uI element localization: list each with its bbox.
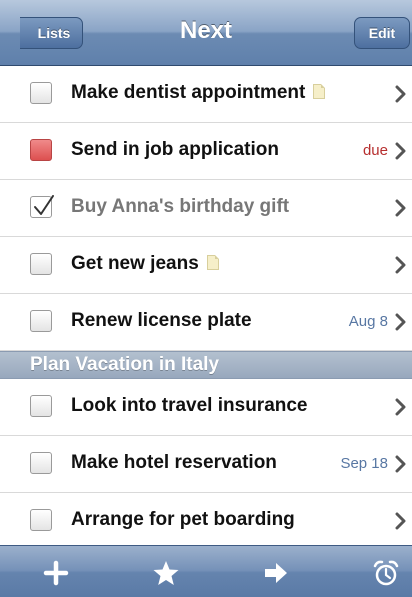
task-label: Look into travel insurance bbox=[71, 395, 308, 416]
arrow-right-icon[interactable] bbox=[262, 559, 290, 587]
star-icon[interactable] bbox=[152, 559, 180, 587]
task-label: Arrange for pet boarding bbox=[71, 509, 295, 530]
chevron-right-icon bbox=[395, 142, 406, 160]
navigation-bar: Lists Next Edit bbox=[0, 0, 412, 66]
task-due-badge: due bbox=[362, 142, 388, 159]
task-label: Send in job application bbox=[71, 139, 279, 160]
task-row[interactable]: Look into travel insurance bbox=[0, 379, 412, 436]
task-row[interactable]: Get new jeans bbox=[0, 237, 412, 294]
task-list: Make dentist appointment Send in job app… bbox=[0, 66, 412, 550]
task-checkbox-overdue[interactable] bbox=[30, 139, 52, 161]
checkmark-icon bbox=[34, 195, 54, 215]
bottom-toolbar bbox=[0, 545, 412, 597]
task-row[interactable]: Buy Anna's birthday gift bbox=[0, 180, 412, 237]
task-row[interactable]: Make dentist appointment bbox=[0, 66, 412, 123]
task-due-date: Sep 18 bbox=[340, 455, 388, 472]
chevron-right-icon bbox=[395, 199, 406, 217]
plus-icon[interactable] bbox=[42, 559, 70, 587]
note-icon bbox=[206, 255, 219, 270]
task-checkbox[interactable] bbox=[30, 452, 52, 474]
task-row[interactable]: Make hotel reservation Sep 18 bbox=[0, 436, 412, 493]
task-label: Buy Anna's birthday gift bbox=[71, 196, 290, 217]
task-checkbox[interactable] bbox=[30, 310, 52, 332]
page-title: Next bbox=[179, 17, 233, 44]
section-header: Plan Vacation in Italy bbox=[0, 351, 412, 379]
alarm-clock-icon[interactable] bbox=[372, 559, 400, 587]
note-icon bbox=[313, 84, 326, 99]
chevron-right-icon bbox=[395, 398, 406, 416]
task-checkbox[interactable] bbox=[30, 395, 52, 417]
task-row[interactable]: Renew license plate Aug 8 bbox=[0, 294, 412, 351]
task-label: Make dentist appointment bbox=[71, 82, 326, 104]
task-due-date: Aug 8 bbox=[348, 313, 388, 330]
task-label: Get new jeans bbox=[71, 253, 219, 275]
task-label: Renew license plate bbox=[71, 310, 252, 331]
task-checkbox[interactable] bbox=[30, 253, 52, 275]
chevron-right-icon bbox=[395, 313, 406, 331]
chevron-right-icon bbox=[395, 85, 406, 103]
task-label: Make hotel reservation bbox=[71, 452, 277, 473]
task-checkbox-checked[interactable] bbox=[30, 195, 54, 218]
task-checkbox[interactable] bbox=[30, 82, 52, 104]
chevron-right-icon bbox=[395, 256, 406, 274]
task-row[interactable]: Arrange for pet boarding bbox=[0, 493, 412, 550]
edit-button[interactable]: Edit bbox=[354, 17, 410, 49]
task-row[interactable]: Send in job application due bbox=[0, 123, 412, 180]
chevron-right-icon bbox=[395, 455, 406, 473]
task-checkbox[interactable] bbox=[30, 509, 52, 531]
chevron-right-icon bbox=[395, 512, 406, 530]
